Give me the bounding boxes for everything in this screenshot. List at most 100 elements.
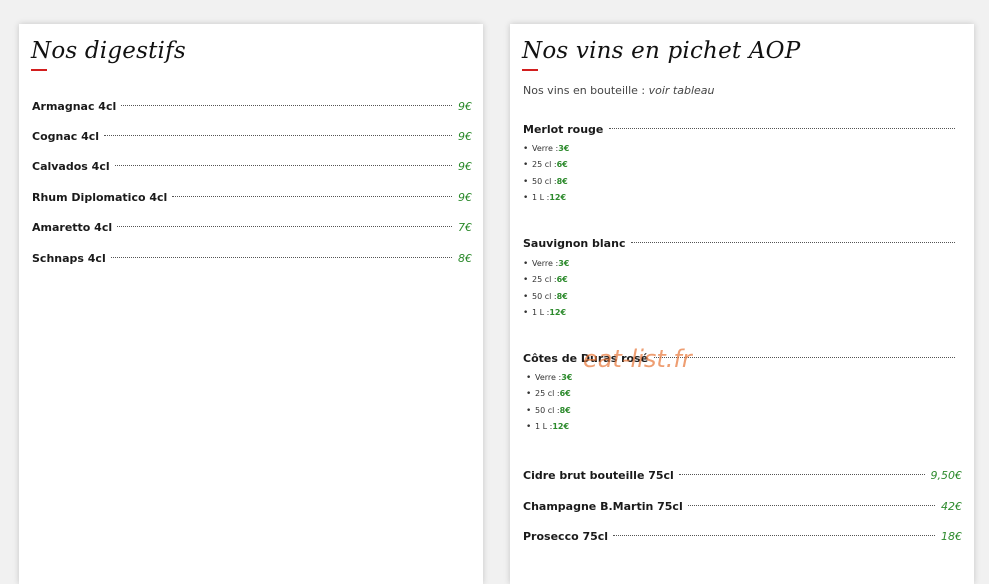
menu-item: Amaretto 4cl 7€ [32,220,472,234]
item-name: Amaretto 4cl [32,220,113,234]
size-label: Verre : [532,259,559,268]
wine-name: Sauvignon blanc [523,236,626,250]
item-name: Cognac 4cl [32,129,100,143]
dot-leader [678,473,925,475]
wine-heading: Côtes de Duras rosé [523,351,955,365]
size-label: 1 L : [532,192,550,202]
item-price: 42€ [941,499,962,513]
wine-size-list: • Verre : 3€ • 25 cl : 6€ • 50 cl : 8€ • 1 L… [523,141,569,206]
bottle-wines-note: Nos vins en bouteille : voir tableau [523,84,714,97]
dot-leader [631,241,955,243]
intro-text: Nos vins en bouteille : [523,84,649,97]
item-price: 7€ [458,220,472,234]
size-item: • 1 L : 12€ [526,419,572,435]
item-price: 8€ [458,251,472,265]
size-price: 3€ [558,144,570,153]
dot-leader [613,534,935,536]
dot-leader [687,504,935,506]
vins-title: Nos vins en pichet AOP [522,38,801,64]
menu-item: Schnaps 4cl 8€ [32,251,472,265]
item-price: 9€ [458,99,472,113]
size-item: • 50 cl : 8€ [523,289,569,305]
dot-leader [609,127,955,129]
bullet-icon: • [523,160,529,171]
bullet-icon: • [523,275,529,286]
size-label: 1 L : [532,307,550,317]
bullet-icon: • [526,421,532,432]
size-label: 25 cl : [535,389,560,399]
dot-leader [110,256,452,258]
size-item: • 1 L : 12€ [523,190,569,206]
wine-size-list: • Verre : 3€ • 25 cl : 6€ • 50 cl : 8€ • 1 L… [523,256,569,321]
size-label: Verre : [535,373,562,382]
size-price: 6€ [556,275,568,285]
size-label: 50 cl : [535,405,560,415]
dot-leader [104,134,452,136]
menu-item: Calvados 4cl 9€ [32,159,472,173]
size-item: • 50 cl : 8€ [523,174,569,190]
title-underline [31,69,47,71]
item-name: Calvados 4cl [32,159,110,173]
digestifs-card: Nos digestifs Armagnac 4cl 9€ Cognac 4cl… [19,24,483,584]
item-price: 9€ [458,129,472,143]
size-item: • Verre : 3€ [523,141,569,157]
item-name: Armagnac 4cl [32,99,117,113]
item-name: Schnaps 4cl [32,251,106,265]
digestifs-title: Nos digestifs [31,38,186,64]
bullet-icon: • [523,291,529,302]
item-price: 9€ [458,190,472,204]
item-price: 9€ [458,159,472,173]
menu-item: Rhum Diplomatico 4cl 9€ [32,190,472,204]
menu-item: Prosecco 75cl 18€ [523,529,962,543]
voir-tableau-link[interactable]: voir tableau [649,84,715,97]
wine-heading: Sauvignon blanc [523,236,955,250]
size-label: Verre : [532,144,559,153]
size-label: 1 L : [535,421,553,431]
bullet-icon: • [523,192,529,203]
size-label: 25 cl : [532,275,557,285]
size-price: 12€ [549,192,567,202]
item-name: Cidre brut bouteille 75cl [523,468,674,482]
size-price: 3€ [558,259,570,268]
size-price: 8€ [556,176,568,186]
size-price: 3€ [561,373,573,382]
dot-leader [121,104,452,106]
size-price: 6€ [556,160,568,170]
size-item: • 25 cl : 6€ [526,386,572,402]
menu-item: Champagne B.Martin 75cl 42€ [523,499,962,513]
size-price: 6€ [559,389,571,399]
bullet-icon: • [523,259,529,269]
vins-card: Nos vins en pichet AOP Nos vins en boute… [510,24,974,584]
size-item: • 50 cl : 8€ [526,403,572,419]
menu-item: Cognac 4cl 9€ [32,129,472,143]
wine-name: Merlot rouge [523,122,604,136]
dot-leader [172,195,452,197]
size-item: • Verre : 3€ [526,370,572,386]
size-price: 12€ [549,307,567,317]
wine-heading: Merlot rouge [523,122,955,136]
size-item: • Verre : 3€ [523,256,569,272]
size-label: 25 cl : [532,160,557,170]
bullet-icon: • [523,307,529,318]
bullet-icon: • [526,405,532,416]
size-item: • 25 cl : 6€ [523,157,569,173]
size-label: 50 cl : [532,291,557,301]
size-price: 8€ [556,291,568,301]
bullet-icon: • [526,373,532,383]
size-label: 50 cl : [532,176,557,186]
wine-name: Côtes de Duras rosé [523,351,649,365]
size-item: • 25 cl : 6€ [523,272,569,288]
wine-size-list: • Verre : 3€ • 25 cl : 6€ • 50 cl : 8€ • 1 L… [526,370,572,435]
size-price: 8€ [559,405,571,415]
dot-leader [654,356,955,358]
dot-leader [117,225,452,227]
menu-item: Cidre brut bouteille 75cl 9,50€ [523,468,962,482]
item-name: Champagne B.Martin 75cl [523,499,683,513]
dot-leader [114,164,452,166]
size-price: 12€ [552,421,570,431]
item-name: Prosecco 75cl [523,529,609,543]
size-item: • 1 L : 12€ [523,305,569,321]
bullet-icon: • [523,176,529,187]
item-price: 18€ [941,529,962,543]
bullet-icon: • [526,389,532,400]
